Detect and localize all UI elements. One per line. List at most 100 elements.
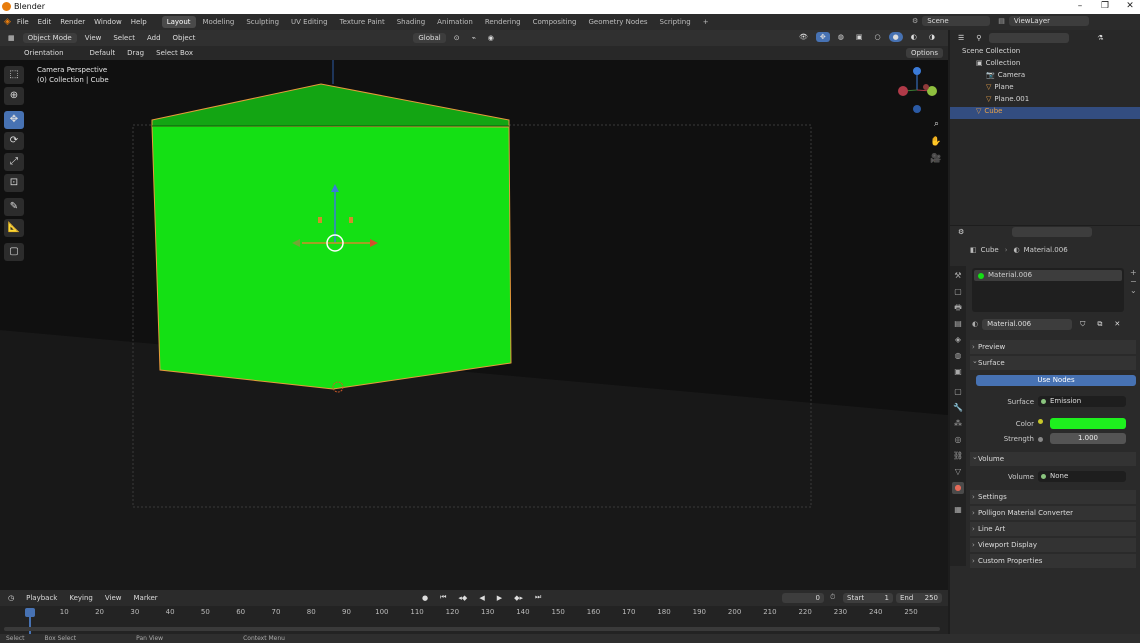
menu-help[interactable]: Help — [131, 18, 147, 26]
menu-file[interactable]: File — [17, 18, 29, 26]
material-tab-icon[interactable]: ● — [952, 482, 964, 494]
play-reverse-icon[interactable]: ◀ — [475, 593, 488, 603]
outliner-item-camera[interactable]: 📷 Camera — [950, 71, 1140, 83]
timeline-editor-icon[interactable]: ◷ — [4, 593, 18, 603]
menu-edit[interactable]: Edit — [38, 18, 52, 26]
shading-wireframe-icon[interactable]: ○ — [871, 32, 885, 42]
tab-layout[interactable]: Layout — [161, 16, 196, 28]
orientation-selector[interactable]: Default — [86, 48, 120, 58]
data-tab-icon[interactable]: ▽ — [952, 466, 964, 478]
pivot-icon[interactable]: ⊙ — [450, 33, 464, 43]
outliner-editor-icon[interactable]: ☰ — [954, 33, 968, 43]
menu-window[interactable]: Window — [94, 18, 122, 26]
cursor-tool-icon[interactable]: ⊕ — [4, 87, 24, 105]
start-frame-field[interactable]: Start 1 — [843, 593, 893, 603]
marker-menu[interactable]: Marker — [129, 593, 161, 603]
timeline-scrollbar[interactable] — [4, 627, 940, 631]
transform-tool-icon[interactable]: ⊡ — [4, 174, 24, 192]
scene-selector[interactable]: Scene — [922, 16, 991, 26]
outliner-search-input[interactable] — [989, 33, 1070, 43]
select-tool-icon[interactable]: ⬚ — [4, 66, 24, 84]
playhead[interactable] — [25, 608, 35, 617]
slot-add-remove-buttons[interactable]: + − ⌄ — [1130, 268, 1140, 308]
material-browse-icon[interactable]: ◐ — [972, 320, 978, 328]
move-tool-icon[interactable]: ✥ — [4, 111, 24, 129]
outliner-item-cube[interactable]: ▽ Cube — [950, 107, 1140, 119]
record-icon[interactable]: ● — [418, 593, 432, 603]
visibility-icon[interactable]: 👁 — [795, 32, 812, 42]
keying-menu[interactable]: Keying — [65, 593, 97, 603]
panel-line-art[interactable]: Line Art — [970, 522, 1136, 536]
constraints-tab-icon[interactable]: ⛓ — [952, 450, 964, 462]
tool-tab-icon[interactable]: ⚒ — [952, 270, 964, 282]
physics-tab-icon[interactable]: ◎ — [952, 434, 964, 446]
object-menu[interactable]: Object — [169, 33, 200, 43]
tab-modeling[interactable]: Modeling — [198, 16, 240, 28]
prev-keyframe-icon[interactable]: ◂◆ — [454, 593, 471, 603]
unlink-material-icon[interactable]: ✕ — [1110, 319, 1124, 329]
playback-menu[interactable]: Playback — [22, 593, 61, 603]
properties-search-input[interactable] — [1012, 227, 1093, 237]
select-menu[interactable]: Select — [109, 33, 139, 43]
minimize-button[interactable]: – — [1070, 1, 1090, 11]
material-slot-item[interactable]: Material.006 — [974, 270, 1122, 281]
jump-start-icon[interactable]: ⏮ — [436, 592, 450, 603]
blender-menu-icon[interactable]: ◈ — [4, 17, 11, 27]
panel-custom-properties[interactable]: Custom Properties — [970, 554, 1136, 568]
panel-preview[interactable]: Preview — [970, 340, 1136, 354]
panel-settings[interactable]: Settings — [970, 490, 1136, 504]
use-nodes-button[interactable]: Use Nodes — [976, 375, 1136, 386]
view-layer-selector[interactable]: ViewLayer — [1008, 16, 1089, 26]
timeline-view-menu[interactable]: View — [101, 593, 126, 603]
overlay-toggle-icon[interactable]: ◍ — [834, 32, 848, 42]
panel-surface[interactable]: Surface — [970, 354, 1136, 370]
shading-solid-icon[interactable]: ● — [888, 32, 903, 42]
shading-material-icon[interactable]: ◐ — [907, 32, 921, 42]
tab-animation[interactable]: Animation — [432, 16, 478, 28]
timeline-area[interactable]: 0102030405060708090100110120130140150160… — [0, 606, 948, 634]
scene-tab-icon[interactable]: ◈ — [952, 334, 964, 346]
drag-selector[interactable]: Select Box — [152, 48, 197, 58]
editor-type-icon[interactable]: ▦ — [4, 33, 19, 43]
volume-shader-field[interactable]: None — [1038, 471, 1126, 482]
collection-tab-icon[interactable]: ▣ — [952, 366, 964, 378]
view-layer-tab-icon[interactable]: ▤ — [952, 318, 964, 330]
shading-rendered-icon[interactable]: ◑ — [925, 32, 939, 42]
add-workspace-button[interactable]: + — [698, 16, 714, 28]
outliner-item-collection[interactable]: ▣ Collection — [950, 59, 1140, 71]
properties-editor-icon[interactable]: ⚙ — [954, 227, 968, 237]
close-button[interactable]: ✕ — [1120, 1, 1140, 11]
tab-rendering[interactable]: Rendering — [480, 16, 526, 28]
output-tab-icon[interactable]: 🖶 — [952, 302, 964, 314]
object-tab-icon[interactable]: ▢ — [952, 386, 964, 398]
scale-tool-icon[interactable]: ⤢ — [4, 153, 24, 171]
render-tab-icon[interactable]: ▢ — [952, 286, 964, 298]
tab-scripting[interactable]: Scripting — [655, 16, 696, 28]
world-tab-icon[interactable]: ◍ — [952, 350, 964, 362]
tab-sculpting[interactable]: Sculpting — [241, 16, 284, 28]
transform-orientation-selector[interactable]: Global — [413, 33, 446, 43]
maximize-button[interactable]: ❐ — [1095, 1, 1115, 11]
fake-user-icon[interactable]: ⛉ — [1076, 319, 1089, 330]
rotate-tool-icon[interactable]: ⟳ — [4, 132, 24, 150]
measure-tool-icon[interactable]: 📐 — [4, 219, 24, 237]
panel-volume[interactable]: Volume — [970, 450, 1136, 466]
panel-polygon-converter[interactable]: Polligon Material Converter — [970, 506, 1136, 520]
material-name-field[interactable]: Material.006 — [982, 318, 1073, 330]
mode-selector[interactable]: Object Mode — [22, 33, 77, 43]
end-frame-field[interactable]: End 250 — [896, 593, 942, 603]
play-icon[interactable]: ▶ — [493, 593, 506, 603]
outliner-filter-icon[interactable]: ⚲ — [972, 33, 985, 43]
viewport-canvas[interactable]: ⌕ ✋ 🎥 — [0, 60, 948, 590]
gizmo-toggle-icon[interactable]: ✥ — [815, 32, 830, 42]
tab-uv-editing[interactable]: UV Editing — [286, 16, 333, 28]
tab-geometry-nodes[interactable]: Geometry Nodes — [584, 16, 653, 28]
jump-end-icon[interactable]: ⏭ — [531, 592, 545, 603]
snap-icon[interactable]: ⌁ — [468, 33, 480, 43]
menu-render[interactable]: Render — [60, 18, 85, 26]
outliner-root[interactable]: Scene Collection — [950, 47, 1140, 59]
annotate-tool-icon[interactable]: ✎ — [4, 198, 24, 216]
panel-viewport-display[interactable]: Viewport Display — [970, 538, 1136, 552]
modifier-tab-icon[interactable]: 🔧 — [952, 402, 964, 414]
next-keyframe-icon[interactable]: ◆▸ — [510, 593, 527, 603]
